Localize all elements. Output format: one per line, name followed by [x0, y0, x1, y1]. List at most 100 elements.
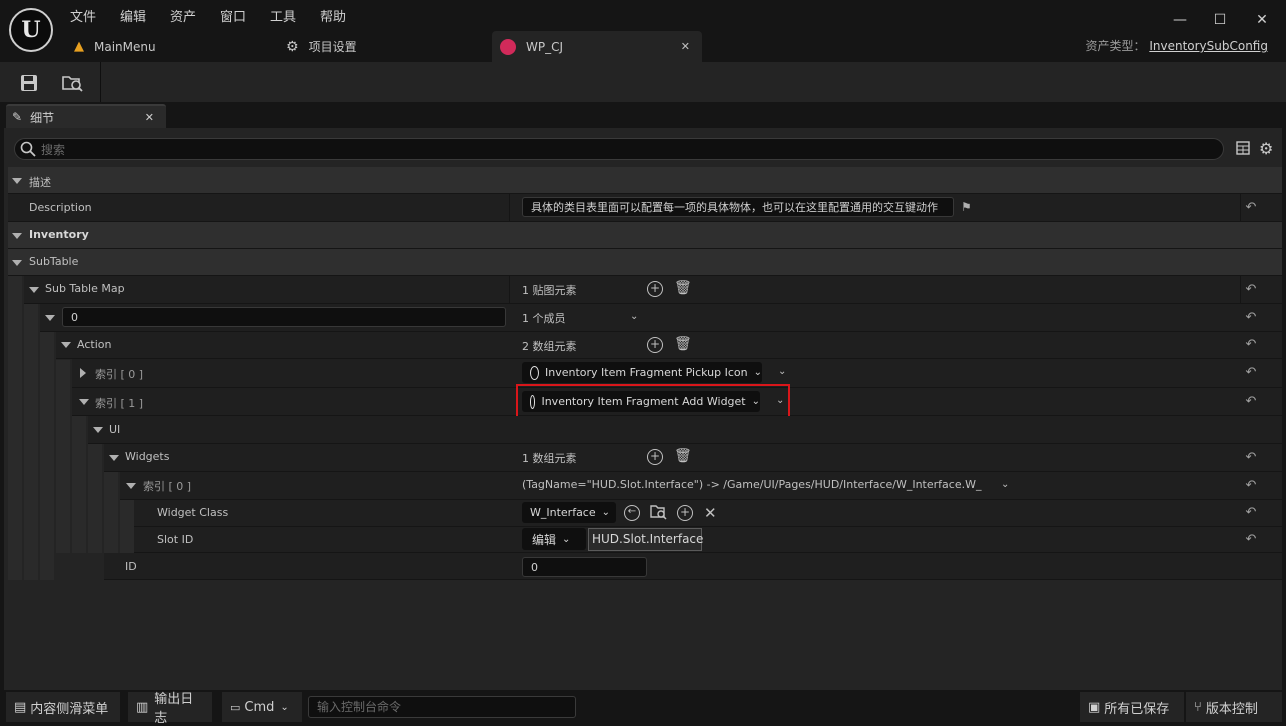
member-count: 1 个成员 [522, 312, 566, 325]
property-label: ID [125, 560, 137, 573]
category-description[interactable] [8, 167, 1282, 194]
add-element-icon[interactable]: + [647, 281, 663, 297]
menu-tools[interactable]: 工具 [270, 6, 296, 25]
add-element-icon[interactable]: + [647, 449, 663, 465]
row-slot-id [134, 527, 1282, 553]
reset-icon[interactable]: ↶ [1244, 201, 1258, 215]
map-key-field[interactable]: 0 [62, 307, 506, 327]
map-count: 1 贴图元素 [522, 284, 577, 297]
search-input[interactable]: 搜索 [14, 138, 1224, 160]
reset-icon[interactable]: ↶ [1244, 366, 1258, 380]
fragment-class-label: Inventory Item Fragment Pickup Icon [545, 366, 748, 379]
expand-arrow-icon[interactable] [80, 368, 86, 378]
slot-id-tag[interactable]: HUD.Slot.Interface [588, 528, 703, 551]
maximize-icon[interactable]: ☐ [1210, 10, 1230, 30]
browse-asset-icon[interactable] [650, 504, 668, 520]
delete-icon[interactable]: 🗑 [674, 280, 692, 296]
search-placeholder: 搜索 [41, 142, 66, 157]
reset-icon[interactable]: ↶ [1244, 451, 1258, 465]
reset-icon[interactable]: ↶ [1244, 533, 1258, 547]
cmd-dropdown[interactable]: ▭ Cmd ⌄ [222, 692, 302, 722]
terminal-icon: ▭ [230, 700, 241, 714]
chevron-down-icon[interactable]: ⌄ [778, 366, 786, 377]
expand-arrow-icon[interactable] [12, 178, 22, 184]
fragment-class-dropdown[interactable]: Inventory Item Fragment Pickup Icon ⌄ [522, 362, 762, 383]
add-icon[interactable]: + [677, 505, 693, 521]
category-subtable[interactable] [8, 249, 1282, 276]
expand-arrow-icon[interactable] [61, 342, 71, 348]
clear-icon[interactable]: ✕ [704, 504, 717, 522]
reset-icon[interactable]: ↶ [1244, 479, 1258, 493]
content-drawer-button[interactable]: ▤ 内容侧滑菜单 [6, 692, 120, 722]
slot-id-edit-dropdown[interactable]: 编辑 ⌄ [522, 528, 586, 550]
output-log-icon: ▥ [136, 699, 149, 715]
add-element-icon[interactable]: + [647, 337, 663, 353]
array-count: 2 数组元素 [522, 340, 577, 353]
property-label: Widgets [125, 450, 170, 463]
tab-wp-cj[interactable]: WP_CJ ✕ [492, 31, 702, 62]
reset-icon[interactable]: ↶ [1244, 283, 1258, 297]
browse-asset-icon[interactable] [60, 70, 86, 96]
column-divider [509, 194, 510, 222]
chevron-down-icon: ⌄ [562, 533, 571, 545]
expand-arrow-icon[interactable] [12, 233, 22, 239]
expand-arrow-icon[interactable] [45, 315, 55, 321]
indent-guide [8, 276, 22, 580]
all-saved-button[interactable]: ▣ 所有已保存 [1080, 692, 1184, 722]
close-tab-icon[interactable]: ✕ [681, 40, 690, 53]
property-label: Action [77, 338, 112, 351]
category-inventory[interactable] [8, 222, 1282, 249]
row-action [56, 332, 1282, 359]
save-icon[interactable] [16, 70, 42, 96]
console-input[interactable]: 输入控制台命令 [308, 696, 576, 718]
widget-class-dropdown[interactable]: W_Interface ⌄ [522, 502, 616, 523]
flag-icon[interactable]: ⚑ [961, 200, 972, 214]
save-status-icon: ▣ [1088, 699, 1101, 715]
indent-guide [104, 472, 118, 553]
menu-asset[interactable]: 资产 [170, 6, 196, 25]
reset-icon[interactable]: ↶ [1244, 395, 1258, 409]
close-details-icon[interactable]: ✕ [145, 111, 154, 124]
class-icon [530, 365, 540, 380]
chevron-down-icon[interactable]: ⌄ [630, 311, 638, 322]
source-control-button[interactable]: ⑂ 版本控制 [1186, 692, 1282, 722]
asset-type-link[interactable]: InventorySubConfig [1149, 39, 1268, 53]
id-field[interactable]: 0 [522, 557, 647, 577]
expand-arrow-icon[interactable] [109, 455, 119, 461]
output-log-button[interactable]: ▥ 输出日志 [128, 692, 212, 726]
details-tab[interactable]: ✎ 细节 ✕ [6, 104, 166, 128]
chevron-down-icon[interactable]: ⌄ [1001, 479, 1009, 490]
menu-edit[interactable]: 编辑 [120, 6, 146, 25]
chevron-down-icon: ⌄ [280, 701, 289, 713]
content-drawer-label: 内容侧滑菜单 [30, 701, 109, 717]
pencil-icon: ✎ [12, 110, 23, 124]
search-icon [20, 141, 36, 157]
details-tab-label: 细节 [30, 110, 55, 125]
close-window-icon[interactable]: ✕ [1252, 10, 1272, 30]
tab-mainmenu[interactable]: ▲ MainMenu [74, 31, 156, 62]
table-view-icon[interactable] [1236, 141, 1250, 155]
description-field[interactable]: 具体的类目表里面可以配置每一项的具体物体，也可以在这里配置通用的交互键动作 [522, 197, 954, 217]
reset-icon[interactable]: ↶ [1244, 506, 1258, 520]
level-icon: ▲ [74, 39, 84, 54]
expand-arrow-icon[interactable] [93, 427, 103, 433]
menu-file[interactable]: 文件 [70, 6, 96, 25]
settings-gear-icon[interactable]: ⚙ [1259, 139, 1273, 158]
expand-arrow-icon[interactable] [29, 287, 39, 293]
expand-arrow-icon[interactable] [12, 260, 22, 266]
unreal-logo-icon[interactable]: U [9, 8, 53, 52]
settings-icon: ⚙ [286, 38, 299, 55]
tab-project-settings[interactable]: ⚙ 项目设置 [286, 31, 357, 62]
reset-icon[interactable]: ↶ [1244, 338, 1258, 352]
reset-icon[interactable]: ↶ [1244, 311, 1258, 325]
indent-guide [24, 304, 38, 580]
expand-arrow-icon[interactable] [126, 483, 136, 489]
menu-help[interactable]: 帮助 [320, 6, 346, 25]
delete-icon[interactable]: 🗑 [674, 336, 692, 352]
use-selected-icon[interactable]: ← [624, 505, 640, 521]
menu-window[interactable]: 窗口 [220, 6, 246, 25]
expand-arrow-icon[interactable] [79, 399, 89, 405]
minimize-icon[interactable]: — [1170, 10, 1190, 30]
delete-icon[interactable]: 🗑 [674, 448, 692, 464]
property-label: Sub Table Map [45, 282, 125, 295]
